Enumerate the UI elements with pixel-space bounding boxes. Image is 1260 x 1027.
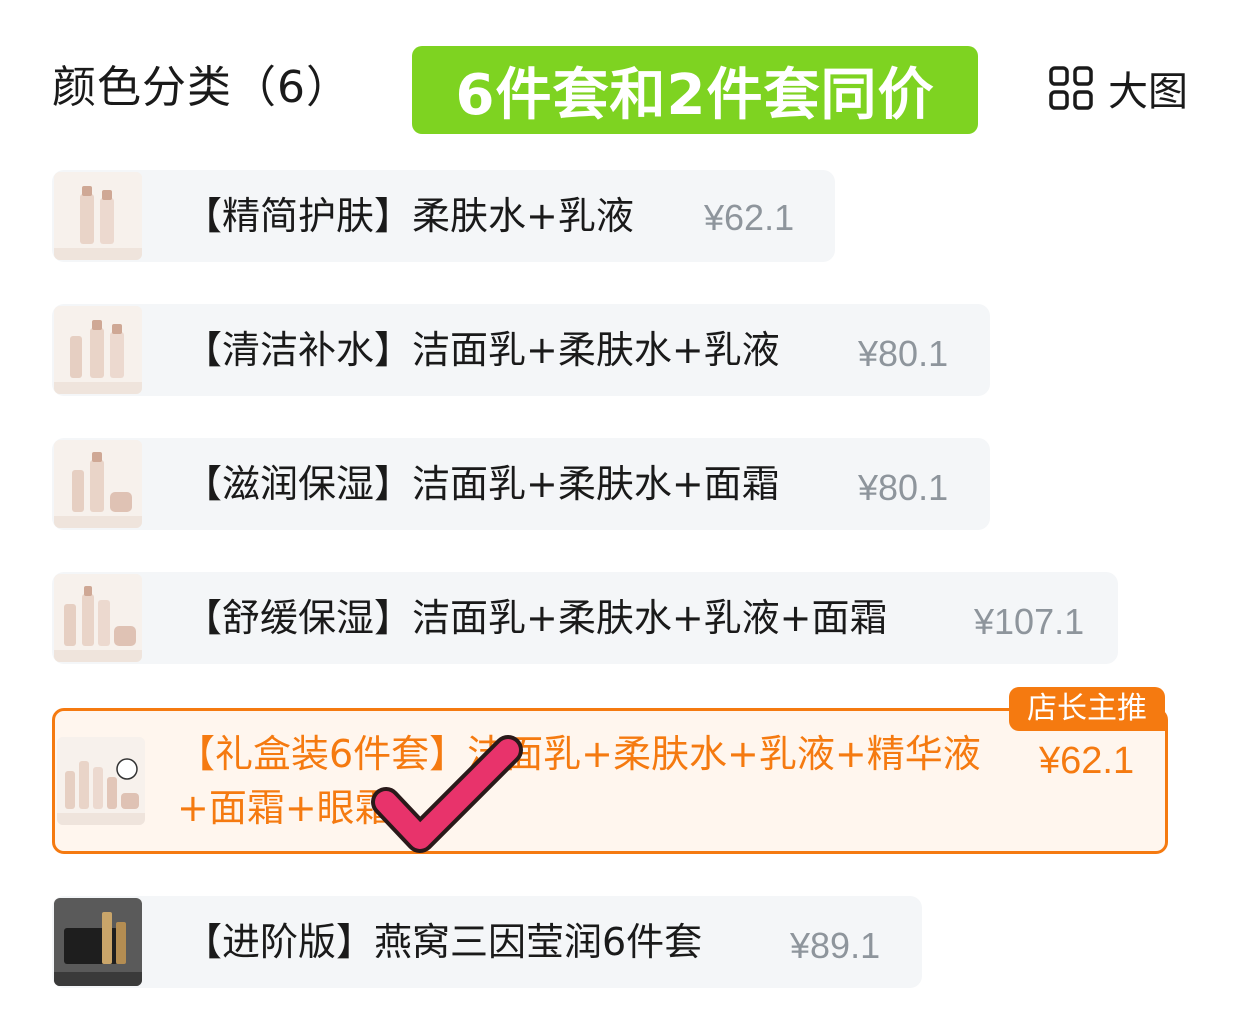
product-thumbnail	[54, 306, 142, 394]
sku-option-3[interactable]: 【滋润保湿】洁面乳+柔肤水+面霜 ¥80.1	[52, 438, 990, 530]
product-thumbnail	[54, 440, 142, 528]
sku-price: ¥107.1	[974, 601, 1085, 642]
large-view-toggle[interactable]: 大图	[1048, 62, 1188, 115]
sku-price: ¥89.1	[790, 925, 881, 966]
sku-price: ¥62.1	[704, 197, 795, 238]
checkmark-icon	[371, 735, 523, 853]
sku-option-2[interactable]: 【清洁补水】洁面乳+柔肤水+乳液 ¥80.1	[52, 304, 990, 396]
product-thumbnail	[54, 172, 142, 260]
sku-name: 【清洁补水】洁面乳+柔肤水+乳液	[184, 328, 780, 372]
sku-price: ¥62.1	[1039, 740, 1135, 782]
grid-icon	[1049, 66, 1093, 110]
promo-banner: 6件套和2件套同价	[412, 46, 978, 134]
sku-option-1[interactable]: 【精简护肤】柔肤水+乳液 ¥62.1	[52, 170, 835, 262]
product-thumbnail	[54, 574, 142, 662]
page-title: 颜色分类（6）	[52, 62, 351, 113]
shop-owner-recommend-badge: 店长主推	[1009, 687, 1165, 731]
sku-name: 【进阶版】燕窝三因莹润6件套	[184, 920, 703, 964]
product-thumbnail	[54, 898, 142, 986]
sku-name: 【精简护肤】柔肤水+乳液	[184, 194, 634, 238]
sku-option-5-selected[interactable]: 【礼盒装6件套】洁面乳+柔肤水+乳液+精华液+面霜+眼霜 ¥62.1	[52, 708, 1168, 854]
sku-name: 【礼盒装6件套】洁面乳+柔肤水+乳液+精华液+面霜+眼霜	[177, 732, 981, 830]
sku-price: ¥80.1	[858, 333, 949, 374]
sku-option-4[interactable]: 【舒缓保湿】洁面乳+柔肤水+乳液+面霜 ¥107.1	[52, 572, 1118, 664]
sku-name: 【舒缓保湿】洁面乳+柔肤水+乳液+面霜	[184, 596, 888, 640]
sku-option-6[interactable]: 【进阶版】燕窝三因莹润6件套 ¥89.1	[52, 896, 922, 988]
product-thumbnail	[57, 737, 145, 825]
view-toggle-label: 大图	[1108, 69, 1188, 115]
sku-name: 【滋润保湿】洁面乳+柔肤水+面霜	[184, 462, 780, 506]
sku-price: ¥80.1	[858, 467, 949, 508]
